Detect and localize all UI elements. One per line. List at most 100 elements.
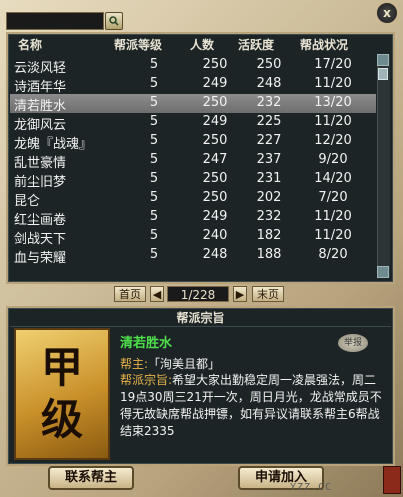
cell-activity: 182 bbox=[256, 228, 282, 243]
badge-char: 级 bbox=[40, 395, 83, 444]
column-header-war-status[interactable]: 帮战状况 bbox=[300, 36, 348, 53]
cell-name: 血与荣耀 bbox=[14, 251, 67, 266]
report-button[interactable]: 举报 bbox=[338, 334, 368, 352]
cell-level: 5 bbox=[149, 171, 159, 186]
search-button[interactable] bbox=[105, 12, 123, 30]
table-body: 云淡风轻 5 250 250 17/20 诗酒年华 5 249 248 11/20 清若胜水 5 250… bbox=[10, 56, 376, 266]
cell-name: 剑战天下 bbox=[14, 232, 67, 247]
table-header: 名称 帮派等级 人数 活跃度 帮战状况 bbox=[10, 36, 376, 54]
scroll-down-button[interactable] bbox=[377, 266, 389, 278]
cell-members: 250 bbox=[202, 57, 228, 72]
table-row[interactable]: 乱世豪情 5 247 237 9/20 bbox=[10, 151, 376, 171]
cell-members: 249 bbox=[202, 114, 228, 129]
contact-leader-button[interactable]: 联系帮主 bbox=[48, 466, 134, 490]
cell-level: 5 bbox=[149, 247, 159, 262]
table-row[interactable]: 诗酒年华 5 249 248 11/20 bbox=[10, 75, 376, 95]
cell-name: 红尘画卷 bbox=[14, 213, 67, 228]
cell-name: 龙魄『战魂』 bbox=[14, 137, 93, 152]
cell-war: 11/20 bbox=[314, 209, 352, 224]
cell-members: 249 bbox=[202, 76, 228, 91]
search-icon bbox=[109, 16, 119, 26]
cell-level: 5 bbox=[149, 133, 159, 148]
watermark: YZZ.CC bbox=[290, 482, 333, 493]
leader-line: 帮主:「洵美且都」 bbox=[120, 356, 220, 373]
cell-activity: 231 bbox=[256, 171, 282, 186]
cell-activity: 227 bbox=[256, 133, 282, 148]
table-row[interactable]: 龙魄『战魂』 5 250 227 12/20 bbox=[10, 132, 376, 152]
cell-activity: 237 bbox=[256, 152, 282, 167]
cell-level: 5 bbox=[149, 152, 159, 167]
cell-war: 13/20 bbox=[314, 95, 352, 110]
scrollbar-track[interactable] bbox=[377, 54, 390, 278]
cell-activity: 248 bbox=[256, 76, 282, 91]
cell-level: 5 bbox=[149, 228, 159, 243]
cell-members: 250 bbox=[202, 95, 228, 110]
cell-activity: 202 bbox=[256, 190, 282, 205]
table-row[interactable]: 龙御风云 5 249 225 11/20 bbox=[10, 113, 376, 133]
cell-name: 前尘旧梦 bbox=[14, 175, 67, 190]
cell-war: 12/20 bbox=[314, 133, 352, 148]
cell-members: 250 bbox=[202, 190, 228, 205]
cell-activity: 232 bbox=[256, 95, 282, 110]
cell-name: 诗酒年华 bbox=[14, 80, 67, 95]
next-page-button[interactable]: ▶ bbox=[233, 286, 247, 302]
cell-level: 5 bbox=[149, 57, 159, 72]
table-row[interactable]: 前尘旧梦 5 250 231 14/20 bbox=[10, 170, 376, 190]
cell-members: 240 bbox=[202, 228, 228, 243]
cell-members: 249 bbox=[202, 209, 228, 224]
column-header-activity[interactable]: 活跃度 bbox=[238, 36, 274, 53]
detail-title: 帮派宗旨 bbox=[10, 310, 391, 327]
cell-level: 5 bbox=[149, 76, 159, 91]
column-header-name[interactable]: 名称 bbox=[18, 36, 42, 53]
prev-page-button[interactable]: ◀ bbox=[150, 286, 164, 302]
guild-table: 名称 帮派等级 人数 活跃度 帮战状况 云淡风轻 5 250 250 17/20 诗酒年华… bbox=[6, 32, 395, 284]
guild-detail-panel: 帮派宗旨 甲 级 清若胜水 举报 帮主:「洵美且都」 帮派宗旨:希望大家出勤稳定… bbox=[6, 306, 395, 466]
motto-label: 帮派宗旨: bbox=[120, 373, 173, 387]
page-number-field[interactable]: 1/228 bbox=[167, 286, 229, 302]
first-page-button[interactable]: 首页 bbox=[114, 286, 146, 302]
guild-motto: 帮派宗旨:希望大家出勤稳定周一凌晨强法，周二19点30周三21开一次，周日月光，… bbox=[120, 372, 382, 462]
scroll-up-button[interactable] bbox=[377, 54, 389, 66]
cell-members: 247 bbox=[202, 152, 228, 167]
cell-war: 7/20 bbox=[318, 190, 348, 205]
cell-name: 云淡风轻 bbox=[14, 61, 67, 76]
cell-war: 11/20 bbox=[314, 76, 352, 91]
column-header-members[interactable]: 人数 bbox=[190, 36, 214, 53]
cell-name: 昆仑 bbox=[14, 194, 41, 209]
cell-war: 11/20 bbox=[314, 114, 352, 129]
close-button[interactable]: x bbox=[376, 2, 398, 24]
scrollbar-thumb[interactable] bbox=[378, 68, 388, 80]
cell-members: 250 bbox=[202, 133, 228, 148]
cell-war: 17/20 bbox=[314, 57, 352, 72]
cell-level: 5 bbox=[149, 190, 159, 205]
table-row[interactable]: 清若胜水 5 250 232 13/20 bbox=[10, 94, 376, 114]
cell-name: 龙御风云 bbox=[14, 118, 67, 133]
cell-activity: 225 bbox=[256, 114, 282, 129]
cell-members: 248 bbox=[202, 247, 228, 262]
table-row[interactable]: 血与荣耀 5 248 188 8/20 bbox=[10, 246, 376, 266]
guild-name: 清若胜水 bbox=[120, 336, 173, 351]
guild-rank-badge: 甲 级 bbox=[14, 328, 110, 460]
leader-value: 「洵美且都」 bbox=[148, 357, 221, 371]
cell-name: 乱世豪情 bbox=[14, 156, 67, 171]
cell-war: 9/20 bbox=[318, 152, 348, 167]
leader-label: 帮主: bbox=[120, 357, 149, 371]
cell-level: 5 bbox=[149, 209, 159, 224]
cell-war: 14/20 bbox=[314, 171, 352, 186]
search-input[interactable] bbox=[6, 12, 104, 30]
cell-name: 清若胜水 bbox=[14, 99, 67, 114]
cell-activity: 232 bbox=[256, 209, 282, 224]
cell-activity: 250 bbox=[256, 57, 282, 72]
cell-activity: 188 bbox=[256, 247, 282, 262]
last-page-button[interactable]: 末页 bbox=[252, 286, 284, 302]
table-row[interactable]: 红尘画卷 5 249 232 11/20 bbox=[10, 208, 376, 228]
cell-level: 5 bbox=[149, 95, 159, 110]
cell-members: 250 bbox=[202, 171, 228, 186]
table-row[interactable]: 昆仑 5 250 202 7/20 bbox=[10, 189, 376, 209]
table-row[interactable]: 剑战天下 5 240 182 11/20 bbox=[10, 227, 376, 247]
column-header-level[interactable]: 帮派等级 bbox=[114, 36, 162, 53]
table-row[interactable]: 云淡风轻 5 250 250 17/20 bbox=[10, 56, 376, 76]
cell-war: 11/20 bbox=[314, 228, 352, 243]
cell-war: 8/20 bbox=[318, 247, 348, 262]
cell-level: 5 bbox=[149, 114, 159, 129]
